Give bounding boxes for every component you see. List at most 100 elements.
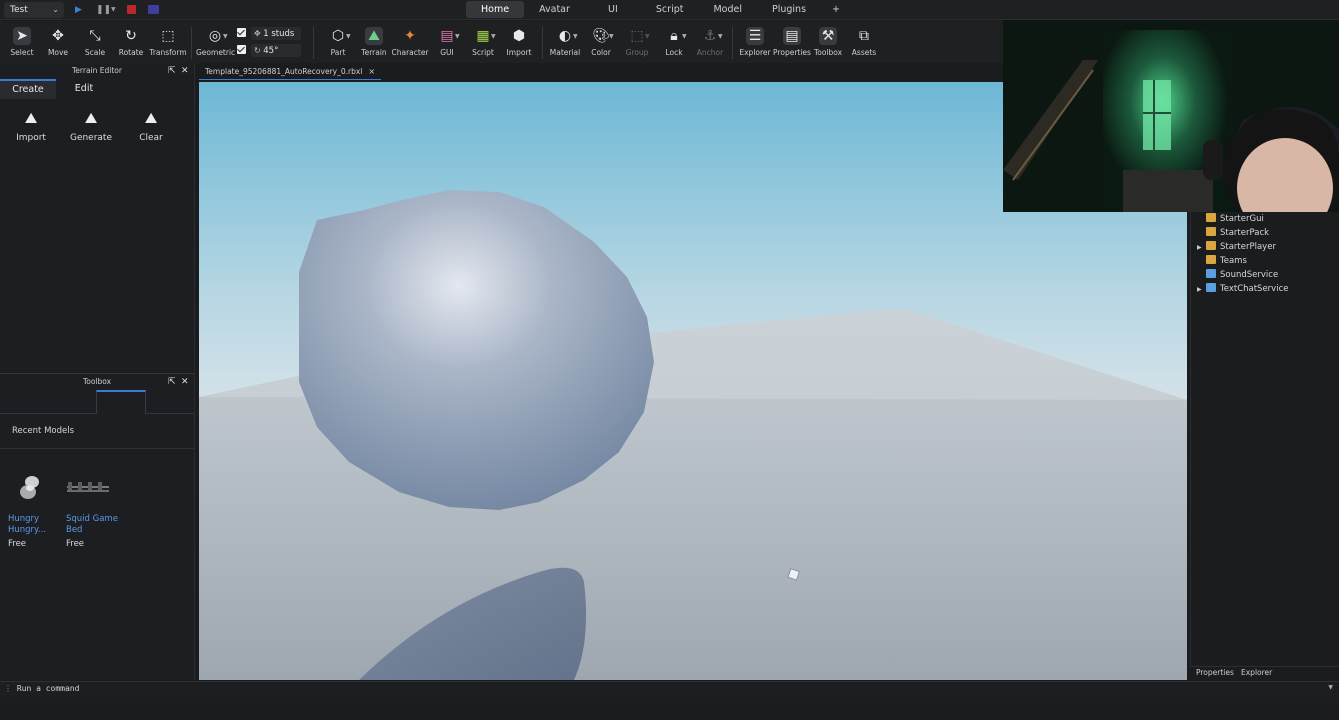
popout-icon[interactable]: ⇱ <box>168 374 176 390</box>
terrain-import-button[interactable]: ⛰ Import <box>6 109 56 143</box>
model-card[interactable]: Hungry Hungry... Free <box>8 470 64 549</box>
assets-button[interactable]: ⧉ Assets <box>845 25 883 63</box>
close-icon[interactable]: ✕ <box>181 374 189 390</box>
tool-label: Assets <box>851 48 877 57</box>
anchor-dropdown-icon[interactable]: ▼ <box>718 33 723 40</box>
pause-icon[interactable]: ❚❚ <box>96 3 111 17</box>
stop-icon[interactable] <box>127 5 136 14</box>
transform-tool-button[interactable]: ⬚ Transform <box>149 25 187 63</box>
sound-icon <box>1206 269 1216 278</box>
tab-explorer[interactable]: Explorer <box>1241 668 1272 677</box>
tab-script[interactable]: Script <box>641 1 699 18</box>
tab-plugins[interactable]: Plugins <box>757 1 821 18</box>
explorer-item-label: Teams <box>1220 256 1247 266</box>
tool-label: Move <box>47 48 69 57</box>
scale-tool-button[interactable]: ⤡ Scale <box>76 25 114 63</box>
tab-ui[interactable]: UI <box>585 1 641 18</box>
rotate-tool-button[interactable]: ↻ Rotate <box>112 25 150 63</box>
switch-view-icon[interactable] <box>148 5 159 14</box>
terrain-generate-icon: ⛰ <box>84 109 98 127</box>
explorer-item-startergui[interactable]: StarterGui <box>1197 213 1264 226</box>
tab-model[interactable]: Model <box>698 1 757 18</box>
material-icon: ◐ <box>558 28 572 44</box>
gui-dropdown-icon[interactable]: ▼ <box>455 33 460 40</box>
expand-arrow-icon[interactable]: ▶ <box>1197 283 1206 296</box>
explorer-item-textchatservice[interactable]: ▶ TextChatService <box>1197 283 1288 296</box>
color-dropdown-icon[interactable]: ▼ <box>609 33 614 40</box>
close-icon[interactable]: × <box>368 67 375 76</box>
tab-edit[interactable]: Edit <box>56 79 112 99</box>
tab-avatar[interactable]: Avatar <box>524 1 585 18</box>
explorer-item-label: StarterPlayer <box>1220 242 1276 252</box>
rotate-snap-input[interactable]: ↻ 45° <box>251 44 301 57</box>
chevron-down-icon[interactable]: ▼ <box>1328 684 1333 691</box>
command-placeholder: Run a command <box>16 684 80 693</box>
tab-home[interactable]: Home <box>466 1 525 18</box>
tool-label: Explorer <box>739 48 771 57</box>
group-button[interactable]: ⬚ Group <box>618 25 656 63</box>
popout-icon[interactable]: ⇱ <box>168 63 176 79</box>
rotate-snap-control[interactable]: ↻ 45° <box>237 44 301 58</box>
model-price: Free <box>66 539 85 549</box>
command-input[interactable]: ⋮ Run a command <box>4 684 79 693</box>
model-card[interactable]: Squid Game Bed Free <box>66 470 122 549</box>
character-button[interactable]: ✦ Character <box>391 25 429 63</box>
close-icon[interactable]: ✕ <box>181 63 189 79</box>
terrain-clear-button[interactable]: ⛰ Clear <box>126 109 176 143</box>
explorer-item-starterpack[interactable]: StarterPack <box>1197 227 1269 240</box>
explorer-item-label: StarterPack <box>1220 228 1270 238</box>
anchor-button[interactable]: ⚓︎ Anchor <box>691 25 729 63</box>
lock-button[interactable]: 🔒︎ Lock <box>655 25 693 63</box>
test-mode-dropdown[interactable]: Test ⌄ <box>4 2 64 18</box>
transform-icon: ⬚ <box>161 28 175 44</box>
toolbox-selected-tab[interactable] <box>96 390 146 414</box>
model-name[interactable]: Hungry Hungry... <box>8 514 64 536</box>
move-tool-button[interactable]: ✥ Move <box>39 25 77 63</box>
toolbox-tab-strip <box>0 390 194 414</box>
play-icon[interactable]: ▶ <box>75 3 82 17</box>
toolbox-button[interactable]: ⚒ Toolbox <box>809 25 847 63</box>
import-button[interactable]: ⬢ Import <box>500 25 538 63</box>
properties-button[interactable]: ▤ Properties <box>773 25 811 63</box>
expand-arrow-icon[interactable]: ▶ <box>1197 241 1206 254</box>
material-dropdown-icon[interactable]: ▼ <box>573 33 578 40</box>
model-name[interactable]: Squid Game Bed <box>66 514 122 536</box>
terrain-icon: ⛰ <box>365 27 383 45</box>
add-tab-button[interactable]: + <box>821 1 851 18</box>
group-dropdown-icon[interactable]: ▼ <box>645 33 650 40</box>
part-dropdown-icon[interactable]: ▼ <box>346 33 351 40</box>
tab-create[interactable]: Create <box>0 79 56 99</box>
top-bar: Test ⌄ ▶ ❚❚ ▼ Home Avatar UI Script Mode… <box>0 0 1339 20</box>
script-icon: ▦ <box>476 28 490 44</box>
geometric-dropdown-icon[interactable]: ▼ <box>223 33 228 40</box>
terrain-generate-button[interactable]: ⛰ Generate <box>66 109 116 143</box>
gui-button[interactable]: ▤ GUI <box>428 25 466 63</box>
document-tab-bar: Template_95206881_AutoRecovery_0.rbxl × <box>197 63 1003 81</box>
terrain-button[interactable]: ⛰ Terrain <box>355 25 393 63</box>
explorer-item-label: TextChatService <box>1220 284 1289 294</box>
part-button[interactable]: ⬡ Part <box>319 25 357 63</box>
rotate-snap-checkbox[interactable] <box>237 45 246 54</box>
tab-properties[interactable]: Properties <box>1196 668 1234 677</box>
lock-dropdown-icon[interactable]: ▼ <box>682 33 687 40</box>
material-button[interactable]: ◐ Material <box>546 25 584 63</box>
explorer-item-soundservice[interactable]: SoundService <box>1197 269 1278 282</box>
tool-label: Character <box>391 48 429 57</box>
play-options-chevron-icon[interactable]: ▼ <box>111 3 116 17</box>
tool-label: GUI <box>440 48 454 57</box>
script-dropdown-icon[interactable]: ▼ <box>491 33 496 40</box>
move-snap-input[interactable]: ✥ 1 studs <box>251 27 301 40</box>
select-tool-button[interactable]: ➤ Select <box>3 25 41 63</box>
webcam-image <box>1003 20 1339 212</box>
move-snap-checkbox[interactable] <box>237 28 246 37</box>
geometric-mode-button[interactable]: ◎ Geometric <box>196 25 235 63</box>
document-tab[interactable]: Template_95206881_AutoRecovery_0.rbxl × <box>199 64 382 80</box>
color-button[interactable]: 🎨︎ Color <box>582 25 620 63</box>
script-button[interactable]: ▦ Script <box>464 25 502 63</box>
explorer-item-starterplayer[interactable]: ▶ StarterPlayer <box>1197 241 1276 254</box>
explorer-item-teams[interactable]: Teams <box>1197 255 1247 268</box>
explorer-button[interactable]: ☰ Explorer <box>736 25 774 63</box>
move-snap-control[interactable]: ✥ 1 studs <box>237 27 301 41</box>
ribbon-divider <box>732 27 733 59</box>
command-bar[interactable]: ⋮ Run a command ▼ <box>0 681 1339 697</box>
